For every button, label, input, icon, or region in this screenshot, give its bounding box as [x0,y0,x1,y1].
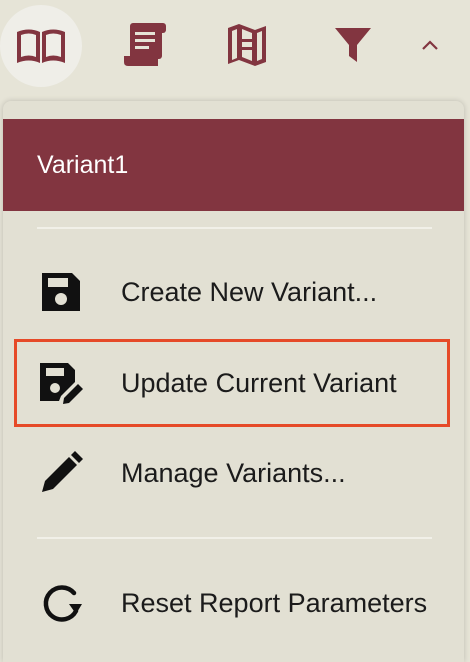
filter-button[interactable] [318,10,388,80]
chevron-up-icon [422,40,438,50]
menu-header: Variant1 [3,119,464,211]
filter-icon [335,28,371,62]
variant-menu: Variant1 Create New Variant... Update Cu… [3,101,464,662]
save-icon [35,266,87,318]
divider [37,227,432,229]
book-open-icon [17,29,65,63]
divider [37,537,432,539]
pencil-icon [35,447,87,499]
reset-icon [35,577,87,629]
create-new-variant-item[interactable]: Create New Variant... [17,251,447,333]
scroll-icon [124,23,166,66]
map-icon [228,24,266,66]
create-new-variant-label: Create New Variant... [121,276,378,307]
book-button[interactable] [0,5,82,87]
collapse-button[interactable] [405,20,455,70]
reset-report-parameters-item[interactable]: Reset Report Parameters [17,562,447,644]
update-current-variant-item[interactable]: Update Current Variant [14,339,450,427]
update-current-variant-label: Update Current Variant [121,367,397,398]
reset-report-parameters-label: Reset Report Parameters [121,587,428,618]
map-button[interactable] [212,10,282,80]
manage-variants-label: Manage Variants... [121,457,346,488]
current-variant-label: Variant1 [37,150,129,179]
manage-variants-item[interactable]: Manage Variants... [17,432,447,514]
scroll-button[interactable] [110,10,180,80]
toolbar [0,0,470,100]
save-edit-icon [35,357,87,409]
